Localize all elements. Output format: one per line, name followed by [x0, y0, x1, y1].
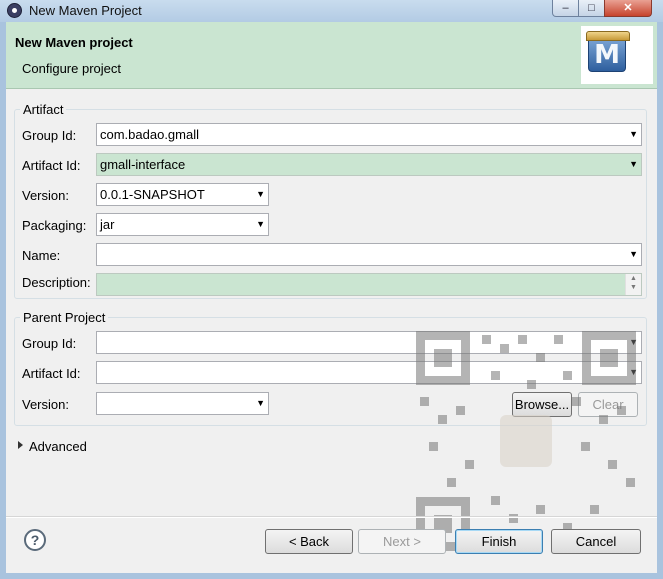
window-title: New Maven Project — [29, 3, 142, 18]
chevron-down-icon[interactable]: ▼ — [629, 249, 638, 259]
chevron-down-icon[interactable]: ▼ — [256, 398, 265, 408]
maximize-button[interactable]: □ — [578, 0, 605, 17]
packaging-combo[interactable]: jar ▼ — [96, 213, 269, 236]
expand-arrow-icon[interactable] — [18, 441, 23, 449]
artifact-id-label: Artifact Id: — [22, 158, 81, 173]
name-label: Name: — [22, 248, 61, 263]
version-value: 0.0.1-SNAPSHOT — [100, 187, 205, 202]
description-label: Description: — [22, 275, 91, 290]
cancel-button[interactable]: Cancel — [551, 529, 641, 554]
parent-group-id-combo[interactable]: ▼ — [96, 331, 642, 354]
close-window-button[interactable]: ✕ — [604, 0, 652, 17]
wizard-subtitle: Configure project — [22, 61, 121, 76]
packaging-label: Packaging: — [22, 218, 87, 233]
back-button[interactable]: < Back — [265, 529, 353, 554]
help-icon[interactable]: ? — [24, 529, 46, 551]
chevron-down-icon[interactable]: ▼ — [629, 367, 638, 377]
chevron-down-icon[interactable]: ▼ — [256, 219, 265, 229]
finish-button[interactable]: Finish — [455, 529, 543, 554]
browse-button[interactable]: Browse... — [512, 392, 572, 417]
eclipse-app-icon — [7, 3, 22, 18]
parent-artifact-id-label: Artifact Id: — [22, 366, 81, 381]
parent-group-id-label: Group Id: — [22, 336, 77, 351]
chevron-down-icon[interactable]: ▼ — [629, 337, 638, 347]
maven-logo: M — [581, 26, 653, 84]
group-id-value: com.badao.gmall — [100, 127, 199, 142]
artifact-id-combo[interactable]: gmall-interface ▼ — [96, 153, 642, 176]
version-label: Version: — [22, 188, 69, 203]
parent-version-combo[interactable]: ▼ — [96, 392, 269, 415]
advanced-toggle[interactable]: Advanced — [29, 439, 87, 454]
footer-separator — [6, 516, 657, 518]
group-id-combo[interactable]: com.badao.gmall ▼ — [96, 123, 642, 146]
group-id-label: Group Id: — [22, 128, 77, 143]
parent-project-group-label: Parent Project — [20, 310, 109, 325]
description-textarea[interactable]: ▲ ▼ — [96, 273, 642, 296]
name-combo[interactable]: ▼ — [96, 243, 642, 266]
parent-artifact-id-combo[interactable]: ▼ — [96, 361, 642, 384]
chevron-down-icon[interactable]: ▼ — [629, 159, 638, 169]
chevron-down-icon[interactable]: ▼ — [629, 129, 638, 139]
minimize-button[interactable]: – — [552, 0, 579, 17]
clear-button[interactable]: Clear — [578, 392, 638, 417]
artifact-group-label: Artifact — [20, 102, 67, 117]
wizard-header — [6, 22, 657, 89]
version-combo[interactable]: 0.0.1-SNAPSHOT ▼ — [96, 183, 269, 206]
packaging-value: jar — [100, 217, 115, 232]
maven-m-icon: M — [586, 31, 630, 72]
wizard-title: New Maven project — [15, 35, 133, 50]
artifact-id-value: gmall-interface — [100, 157, 186, 172]
chevron-down-icon[interactable]: ▼ — [256, 189, 265, 199]
description-scrollbar[interactable]: ▲ ▼ — [625, 274, 641, 295]
parent-version-label: Version: — [22, 397, 69, 412]
next-button[interactable]: Next > — [358, 529, 446, 554]
